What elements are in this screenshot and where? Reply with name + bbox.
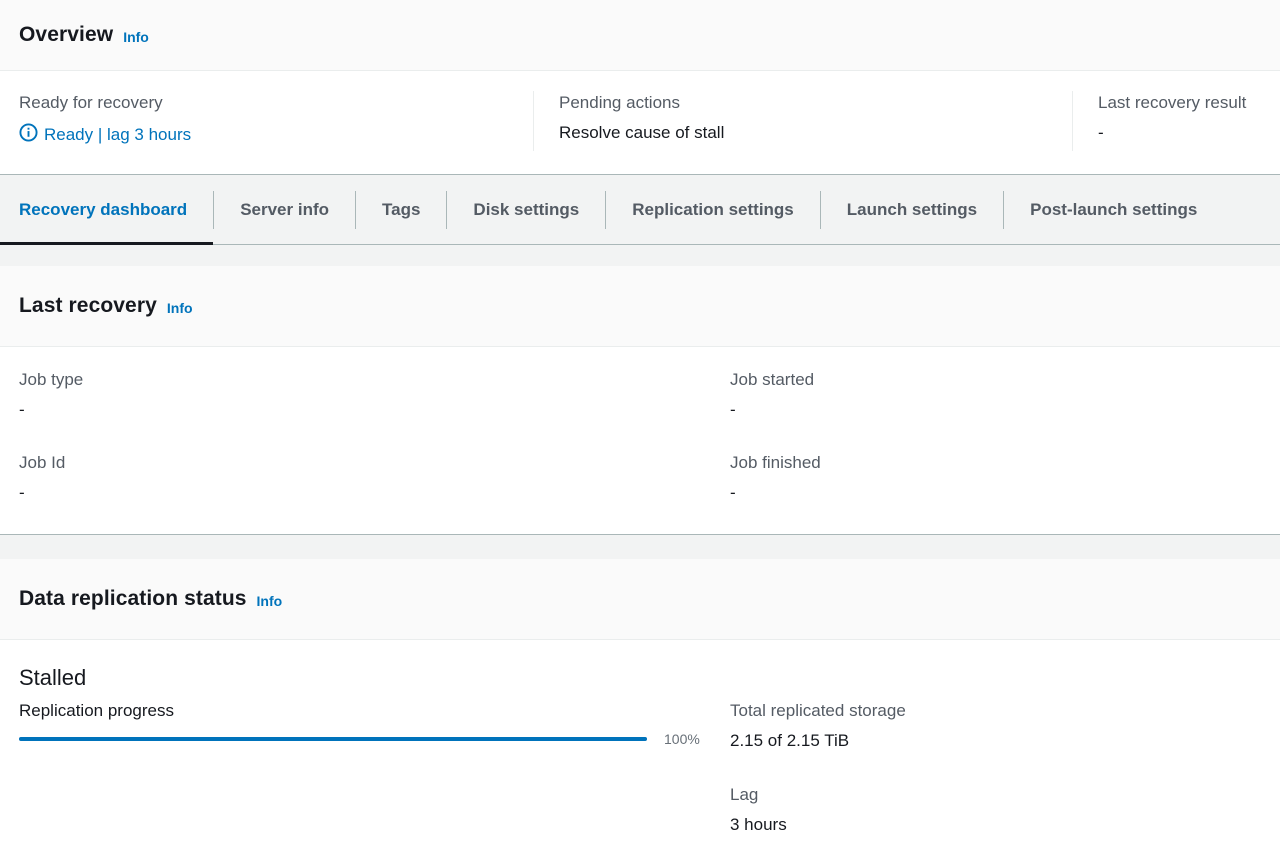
- tab-launch-settings[interactable]: Launch settings: [821, 175, 1003, 244]
- job-id-label: Job Id: [19, 453, 66, 472]
- replication-lag-value: 3 hours: [730, 815, 787, 834]
- job-id-value: -: [19, 483, 25, 502]
- pending-actions-value: Resolve cause of stall: [559, 123, 725, 142]
- last-recovery-header: Last recovery Info: [0, 266, 1280, 347]
- ready-status-text: Ready | lag 3 hours: [44, 125, 192, 144]
- total-replicated-storage-value: 2.15 of 2.15 TiB: [730, 731, 850, 750]
- data-replication-title: Data replication status: [19, 587, 247, 610]
- replication-progress-percent: 100%: [664, 731, 700, 747]
- replication-lag-label: Lag: [730, 785, 759, 804]
- overview-header: Overview Info: [0, 0, 1280, 71]
- job-id: Job Id -: [19, 453, 65, 503]
- total-replicated-storage: Total replicated storage 2.15 of 2.15 Ti…: [730, 701, 906, 751]
- replication-progress-fill: [19, 737, 647, 741]
- job-type-value: -: [19, 400, 25, 419]
- job-finished-value: -: [730, 483, 736, 502]
- tab-tags[interactable]: Tags: [356, 175, 446, 244]
- job-type: Job type -: [19, 370, 83, 420]
- info-circle-icon: [19, 123, 44, 147]
- tab-replication-settings[interactable]: Replication settings: [606, 175, 820, 244]
- overview-panel: Overview Info Ready for recovery Ready |…: [0, 0, 1280, 175]
- last-recovery-result-label: Last recovery result: [1098, 93, 1247, 112]
- data-replication-panel: Data replication status Info Stalled Rep…: [0, 559, 1280, 848]
- tab-post-launch-settings[interactable]: Post-launch settings: [1004, 175, 1223, 244]
- job-finished-label: Job finished: [730, 453, 821, 472]
- job-started: Job started -: [730, 370, 814, 420]
- tab-recovery-dashboard[interactable]: Recovery dashboard: [0, 175, 214, 245]
- overview-divider: [533, 91, 534, 151]
- data-replication-info-link[interactable]: Info: [257, 593, 283, 609]
- tab-server-info[interactable]: Server info: [214, 175, 355, 244]
- overview-info-link[interactable]: Info: [123, 29, 149, 45]
- replication-progress-bar: [19, 737, 647, 741]
- overview-divider: [1072, 91, 1073, 151]
- job-started-value: -: [730, 400, 736, 419]
- last-recovery-panel: Last recovery Info Job type - Job starte…: [0, 266, 1280, 535]
- last-recovery-result-value: -: [1098, 123, 1104, 142]
- job-finished: Job finished -: [730, 453, 821, 503]
- replication-status: Stalled: [19, 665, 87, 690]
- tab-disk-settings[interactable]: Disk settings: [447, 175, 605, 244]
- data-replication-header: Data replication status Info: [0, 559, 1280, 640]
- replication-progress-label: Replication progress: [19, 701, 174, 720]
- last-recovery-info-link[interactable]: Info: [167, 300, 193, 316]
- detail-tabs: Recovery dashboard Server info Tags Disk…: [0, 175, 1280, 245]
- replication-lag: Lag 3 hours: [730, 785, 787, 835]
- pending-actions-label: Pending actions: [559, 93, 680, 112]
- job-started-label: Job started: [730, 370, 815, 389]
- total-replicated-storage-label: Total replicated storage: [730, 701, 906, 720]
- job-type-label: Job type: [19, 370, 84, 389]
- ready-for-recovery-label: Ready for recovery: [19, 93, 163, 112]
- last-recovery-title: Last recovery: [19, 294, 157, 317]
- ready-status-link[interactable]: Ready | lag 3 hours: [19, 123, 191, 147]
- overview-title: Overview: [19, 23, 114, 46]
